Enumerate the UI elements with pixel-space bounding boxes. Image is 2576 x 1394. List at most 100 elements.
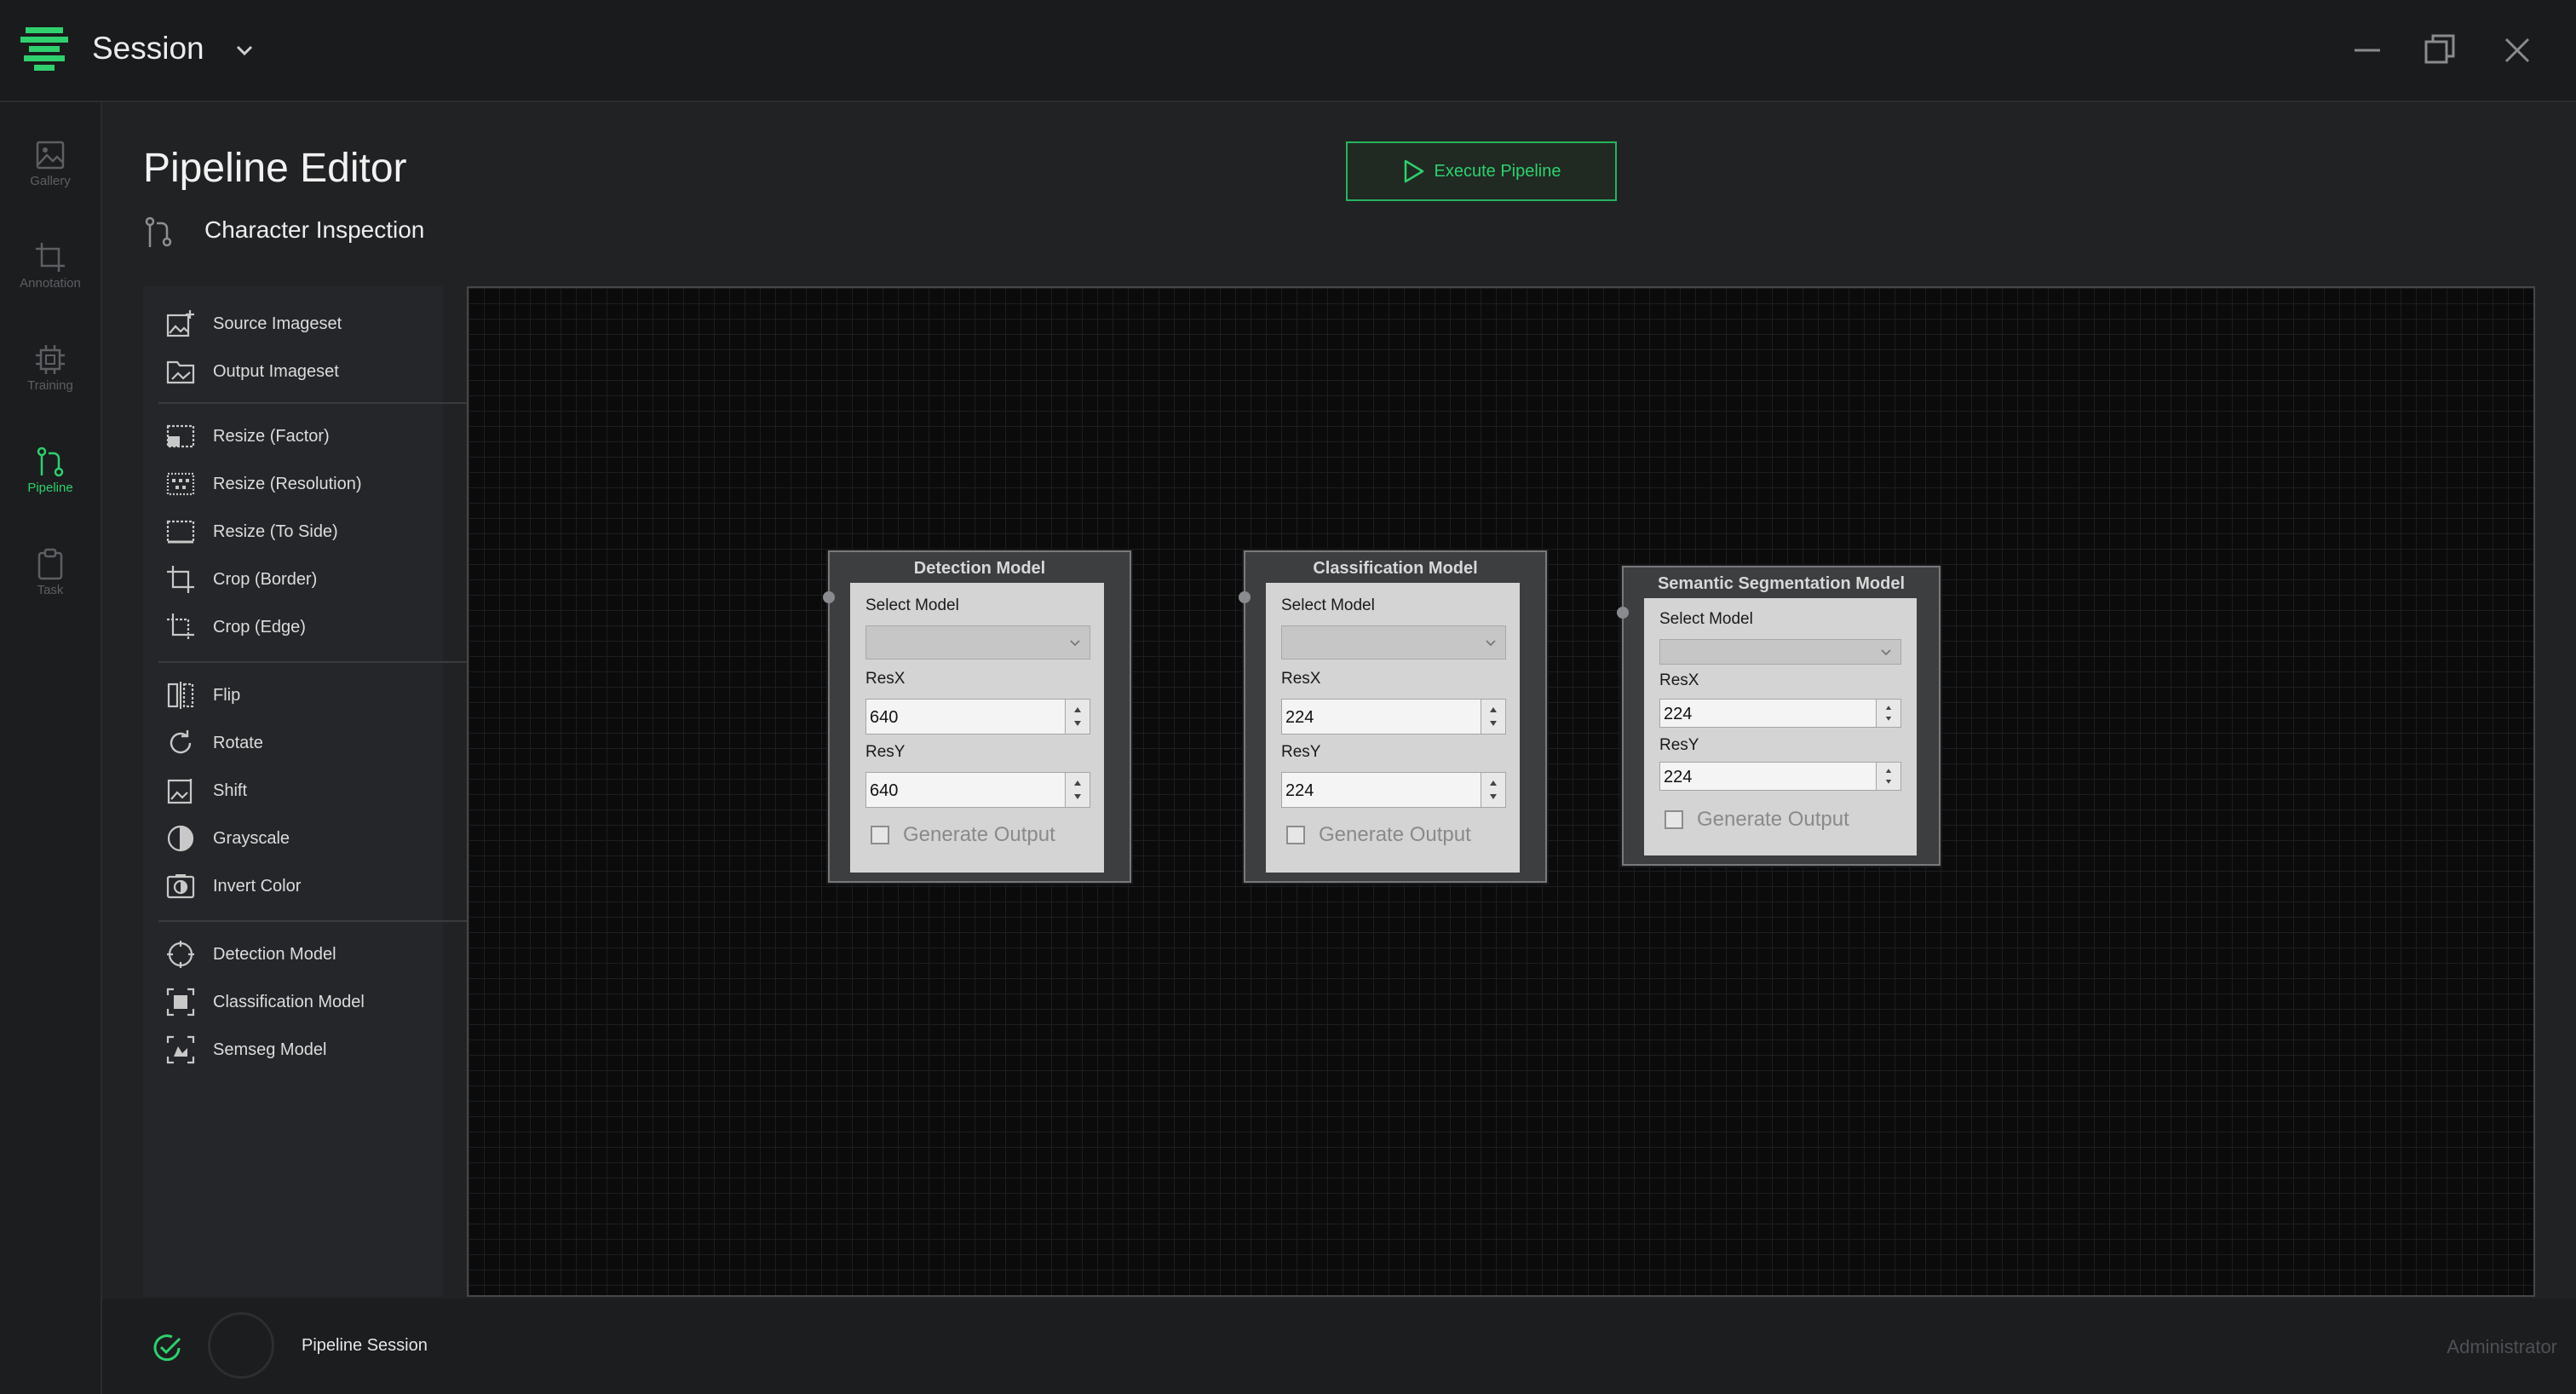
palette-item-resize-to-side[interactable]: Resize (To Side) (158, 510, 440, 554)
spin-arrows-icon (1885, 769, 1892, 784)
generate-output-checkbox[interactable]: Generate Output (1286, 823, 1471, 847)
select-model-label: Select Model (1281, 596, 1375, 614)
restore-icon[interactable] (2421, 31, 2460, 70)
palette-item-invert-color[interactable]: Invert Color (158, 864, 440, 908)
spin-arrows[interactable] (1876, 763, 1900, 790)
chevron-down-icon (1070, 640, 1080, 647)
pipeline-name[interactable]: Character Inspection (204, 216, 424, 244)
generate-output-checkbox[interactable]: Generate Output (871, 823, 1055, 847)
palette-item-flip[interactable]: Flip (158, 673, 440, 717)
input-port[interactable] (1239, 591, 1251, 603)
nav-label-pipeline: Pipeline (27, 481, 73, 495)
select-model-label: Select Model (1659, 610, 1753, 628)
semantic-segmentation-model-node[interactable]: Semantic Segmentation Model Select Model… (1617, 566, 1941, 866)
palette-item-shift[interactable]: Shift (158, 769, 440, 813)
palette-item-label: Resize (Resolution) (213, 474, 362, 493)
resx-spinbox[interactable]: 640 (865, 699, 1090, 734)
minimize-icon[interactable] (2348, 31, 2387, 70)
close-icon[interactable] (2498, 31, 2537, 70)
palette-item-grayscale[interactable]: Grayscale (158, 816, 440, 861)
chevron-down-icon (1486, 640, 1496, 647)
folder-image-icon (166, 360, 195, 384)
nav-label-gallery: Gallery (30, 174, 71, 188)
palette-item-label: Semseg Model (213, 1040, 327, 1059)
select-model-dropdown[interactable] (1281, 625, 1506, 660)
palette-item-crop-border[interactable]: Crop (Border) (158, 557, 440, 602)
palette-divider (158, 661, 520, 663)
checkbox-box[interactable] (871, 826, 889, 844)
shift-icon (167, 779, 193, 804)
spin-arrows-icon (1885, 706, 1892, 721)
status-user[interactable]: Administrator (2447, 1336, 2557, 1358)
resx-value: 224 (1285, 708, 1314, 727)
palette-item-label: Crop (Border) (213, 569, 318, 589)
execute-pipeline-button[interactable]: Execute Pipeline (1346, 141, 1617, 201)
spin-arrows-icon (1074, 707, 1081, 726)
resy-label: ResY (1659, 736, 1699, 754)
semseg-icon (166, 1035, 195, 1064)
nav-label-training: Training (27, 378, 73, 393)
pipeline-canvas[interactable]: Detection Model Select Model ResX 640 Re… (467, 286, 2535, 1297)
app-logo-icon (20, 27, 68, 71)
palette-item-source-imageset[interactable]: Source Imageset (158, 302, 440, 346)
nav-item-gallery[interactable]: Gallery (0, 114, 101, 208)
nav-item-training[interactable]: Training (0, 319, 101, 412)
title-bar: Session (0, 0, 2576, 102)
resy-value: 640 (870, 781, 899, 800)
checkbox-box[interactable] (1665, 810, 1683, 829)
chevron-down-icon[interactable] (232, 37, 257, 63)
palette-item-detection-model[interactable]: Detection Model (158, 932, 440, 976)
spin-arrows-icon (1074, 781, 1081, 799)
invert-color-icon (166, 874, 195, 899)
spin-arrows-icon (1490, 707, 1497, 726)
resy-label: ResY (865, 743, 906, 761)
checkbox-box[interactable] (1286, 826, 1305, 844)
palette-item-label: Classification Model (213, 992, 365, 1011)
nav-item-task[interactable]: Task (0, 523, 101, 617)
spin-arrows[interactable] (1876, 700, 1900, 727)
nav-item-pipeline[interactable]: Pipeline (0, 421, 101, 515)
image-add-icon (166, 310, 194, 337)
grayscale-icon (167, 825, 194, 852)
palette-item-output-imageset[interactable]: Output Imageset (158, 349, 440, 394)
palette-divider (158, 920, 520, 922)
node-body: Select Model ResX 224 ResY 224 Generate (1644, 598, 1917, 855)
select-model-dropdown[interactable] (1659, 639, 1901, 665)
input-port[interactable] (1617, 607, 1629, 619)
classification-model-node[interactable]: Classification Model Select Model ResX 2… (1239, 550, 1547, 883)
crop-edge-icon (167, 613, 194, 641)
resy-spinbox[interactable]: 640 (865, 772, 1090, 808)
detection-model-node[interactable]: Detection Model Select Model ResX 640 Re… (823, 550, 1131, 883)
resx-spinbox[interactable]: 224 (1281, 699, 1506, 734)
palette-item-label: Resize (To Side) (213, 521, 338, 541)
node-title: Semantic Segmentation Model (1657, 574, 1906, 593)
nav-item-annotation[interactable]: Annotation (0, 216, 101, 310)
palette-item-label: Flip (213, 685, 241, 705)
session-selector-label[interactable]: Session (92, 31, 204, 66)
palette-item-resize-factor[interactable]: Resize (Factor) (158, 414, 440, 458)
clipboard-icon (37, 548, 63, 580)
resy-spinbox[interactable]: 224 (1281, 772, 1506, 808)
generate-output-checkbox[interactable]: Generate Output (1665, 808, 1849, 832)
spin-arrows[interactable] (1481, 700, 1505, 734)
resx-spinbox[interactable]: 224 (1659, 699, 1901, 728)
palette-item-crop-edge[interactable]: Crop (Edge) (158, 605, 440, 649)
flip-icon (167, 682, 194, 709)
palette-item-semseg-model[interactable]: Semseg Model (158, 1028, 440, 1072)
palette-item-classification-model[interactable]: Classification Model (158, 980, 440, 1024)
resx-label: ResX (1659, 671, 1699, 689)
resx-label: ResX (865, 670, 906, 688)
palette-item-resize-resolution[interactable]: Resize (Resolution) (158, 462, 440, 506)
palette-item-label: Grayscale (213, 828, 290, 848)
select-model-dropdown[interactable] (865, 625, 1090, 660)
input-port[interactable] (823, 591, 835, 603)
spin-arrows[interactable] (1065, 773, 1090, 807)
chevron-down-icon (1881, 649, 1891, 656)
spin-arrows[interactable] (1481, 773, 1505, 807)
select-model-label: Select Model (865, 596, 959, 614)
spin-arrows[interactable] (1065, 700, 1090, 734)
chip-icon (36, 345, 65, 374)
palette-item-label: Detection Model (213, 944, 336, 964)
palette-item-rotate[interactable]: Rotate (158, 721, 440, 765)
resy-spinbox[interactable]: 224 (1659, 762, 1901, 791)
